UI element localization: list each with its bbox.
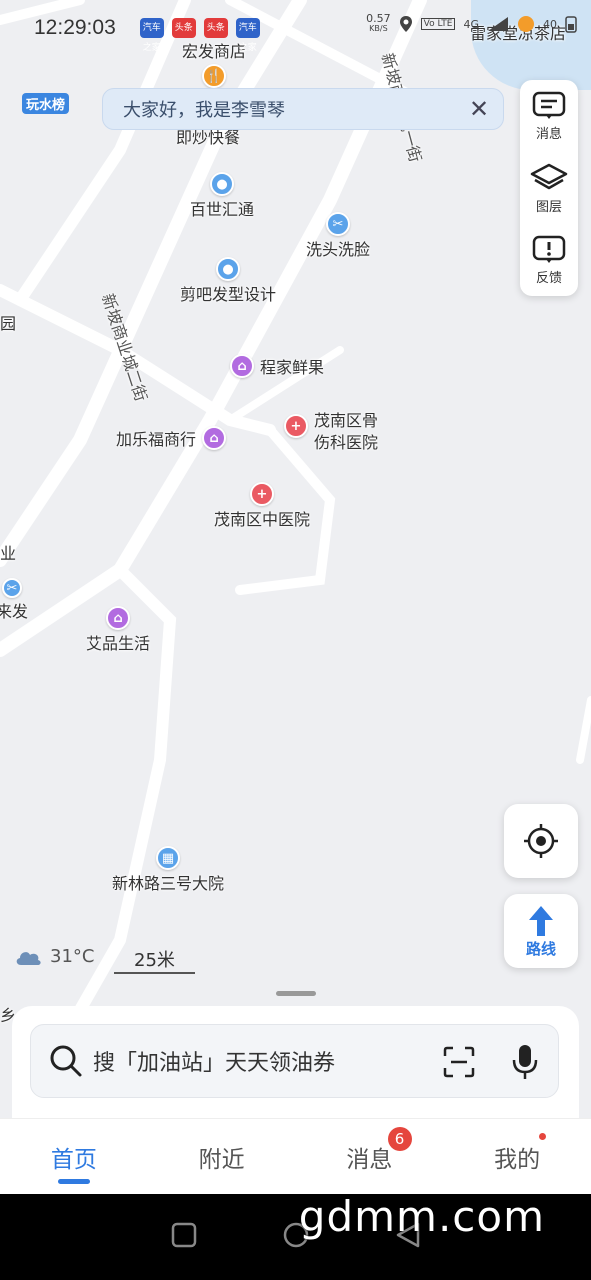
messages-button[interactable]: 消息: [520, 80, 578, 152]
poi-label: 艾品生活: [86, 634, 151, 653]
poi-laifa[interactable]: ✂ 来发: [0, 578, 28, 622]
route-label: 路线: [525, 939, 556, 958]
message-icon: [532, 91, 566, 119]
feedback-icon: [532, 235, 566, 263]
signal-type: 4G: [463, 17, 479, 31]
poi-label: 加乐福商行: [116, 430, 197, 449]
poi-label: 来发: [0, 602, 29, 621]
feedback-label: 反馈: [535, 270, 562, 286]
crosshair-icon: [524, 824, 558, 858]
layers-icon: [530, 163, 568, 189]
search-icon: [50, 1045, 82, 1077]
map-side-panel: 消息 图层 反馈: [520, 80, 578, 296]
location-icon: [399, 16, 412, 32]
layers-button[interactable]: 图层: [520, 152, 578, 224]
tab-nearby[interactable]: 附近: [148, 1119, 296, 1194]
app-notification-icon: 头条: [203, 18, 228, 38]
net-speed: 0.57 KB/S: [366, 12, 391, 34]
cloud-icon: [16, 951, 41, 965]
bottom-sheet: 搜「加油站」天天领油券: [12, 1006, 579, 1126]
poi-orthopedic-hospital[interactable]: + 茂南区骨 伤科医院: [284, 410, 378, 454]
ranking-badge[interactable]: 玩水榜: [22, 93, 70, 114]
tab-label: 我的: [494, 1146, 541, 1173]
watermark: gdmm.com: [298, 1192, 545, 1241]
poi-aipin-life[interactable]: ⌂ 艾品生活: [86, 606, 150, 654]
volte-icon: Vo LTE: [420, 18, 456, 30]
screen: 玩水榜 新坡商业城二街 新坡商业城一街 宏发商店 🍴 即炒快餐 ● 百世汇通 ✂…: [0, 0, 591, 1280]
tab-home[interactable]: 首页: [0, 1119, 148, 1194]
poi-label: 新林路三号大院: [112, 874, 225, 893]
signal-icon: [488, 17, 508, 31]
tab-mine[interactable]: 我的: [443, 1119, 591, 1194]
poi-partial[interactable]: 园: [0, 310, 16, 334]
map-scale: 25米: [114, 946, 195, 974]
battery-icon: [565, 16, 577, 33]
notification-app-icon: [518, 16, 534, 32]
app-notification-icon: 头条: [171, 18, 196, 38]
poi-label: 剪吧发型设计: [180, 285, 277, 304]
basket-icon: ⌂: [106, 606, 130, 630]
poi-label: 程家鲜果: [260, 358, 325, 377]
poi-hair-salon[interactable]: ● 剪吧发型设计: [180, 257, 276, 305]
scissors-icon: ✂: [326, 212, 350, 236]
weather-widget[interactable]: 31°C: [14, 946, 94, 967]
scan-icon: [443, 1046, 475, 1078]
greeting-text: 大家好，我是李雪琴: [123, 100, 285, 121]
status-time: 12:29:03: [34, 16, 116, 39]
hospital-icon: +: [284, 414, 308, 438]
poi-label: 业: [0, 544, 17, 563]
restaurant-icon: 🍴: [202, 64, 226, 88]
poi-label: 茂南区骨 伤科医院: [314, 411, 379, 452]
layers-label: 图层: [535, 199, 562, 215]
battery-level: 40: [543, 17, 557, 31]
sheet-drag-handle[interactable]: [276, 991, 316, 996]
square-icon: [171, 1222, 196, 1248]
cart-icon: ⌂: [202, 426, 227, 450]
search-placeholder: 搜「加油站」天天领油券: [93, 1051, 336, 1076]
scissors-icon: ✂: [2, 578, 22, 598]
hospital-icon: +: [250, 482, 274, 506]
tab-label: 首页: [50, 1146, 97, 1173]
poi-baishi-huitong[interactable]: ● 百世汇通: [190, 172, 254, 220]
messages-label: 消息: [535, 126, 562, 142]
microphone-icon: [512, 1045, 538, 1079]
status-right-group: 0.57 KB/S Vo LTE 4G 40: [366, 12, 577, 34]
greeting-banner[interactable]: 大家好，我是李雪琴 ✕: [102, 88, 504, 130]
tab-label: 消息: [346, 1146, 393, 1173]
poi-partial[interactable]: 业: [0, 540, 16, 564]
basket-icon: ⌂: [230, 354, 254, 378]
app-notification-icon: 汽车之家: [235, 18, 260, 53]
poi-label: 百世汇通: [190, 200, 255, 219]
poi-label: 茂南区中医院: [214, 510, 311, 529]
notification-dot: [539, 1133, 547, 1140]
location-pin-icon: ●: [216, 257, 240, 281]
poi-label: 园: [0, 314, 17, 333]
unread-badge: 6: [387, 1127, 412, 1151]
poi-jialefu-store[interactable]: 加乐福商行 ⌂: [116, 426, 227, 450]
net-speed-value: 0.57: [366, 12, 391, 25]
status-bar: 12:29:03 汽车之家 头条 头条 汽车之家 0.57 KB/S Vo LT…: [0, 0, 591, 56]
route-arrow-icon: [529, 905, 553, 936]
tab-messages[interactable]: 消息 6: [296, 1119, 444, 1194]
location-pin-icon: ●: [210, 172, 234, 196]
route-button[interactable]: 路线: [504, 894, 578, 968]
feedback-button[interactable]: 反馈: [520, 224, 578, 296]
building-icon: ▦: [156, 846, 180, 870]
close-icon[interactable]: ✕: [463, 93, 495, 125]
app-notification-icon: 汽车之家: [139, 18, 164, 53]
poi-tcm-hospital[interactable]: + 茂南区中医院: [214, 482, 310, 530]
scan-button[interactable]: [442, 1045, 476, 1083]
search-input[interactable]: 搜「加油站」天天领油券: [30, 1024, 559, 1098]
net-speed-unit: KB/S: [369, 24, 388, 33]
recent-apps-button[interactable]: [170, 1221, 198, 1253]
poi-hair-wash[interactable]: ✂ 洗头洗脸: [306, 212, 370, 260]
voice-button[interactable]: [510, 1043, 540, 1085]
tab-label: 附近: [198, 1146, 245, 1173]
poi-label: 洗头洗脸: [306, 240, 371, 259]
temperature: 31°C: [50, 946, 95, 967]
locate-button[interactable]: [504, 804, 578, 878]
bottom-tab-bar: 首页 附近 消息 6 我的: [0, 1118, 591, 1194]
poi-fruit-store[interactable]: ⌂ 程家鲜果: [230, 354, 324, 378]
poi-xinlin-compound[interactable]: ▦ 新林路三号大院: [112, 846, 224, 894]
